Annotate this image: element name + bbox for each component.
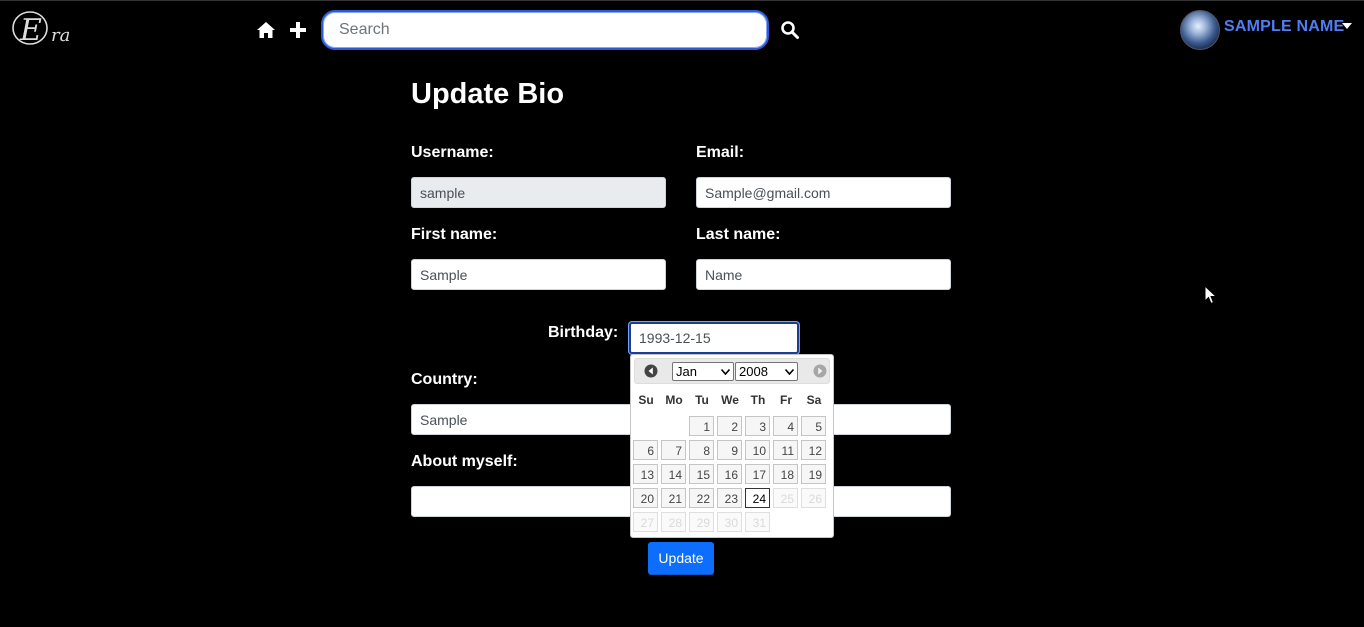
calendar-day[interactable]: 17 bbox=[745, 464, 770, 484]
year-select[interactable]: 2008 bbox=[735, 362, 798, 381]
prev-month-icon[interactable] bbox=[644, 364, 658, 378]
chevron-down-icon bbox=[785, 369, 794, 375]
calendar-day[interactable]: 18 bbox=[773, 464, 798, 484]
avatar[interactable] bbox=[1180, 10, 1220, 50]
about-label: About myself: bbox=[411, 453, 518, 470]
last-name-field[interactable] bbox=[696, 259, 951, 290]
datepicker: Jan 2008 Su Mo Tu We Th Fr Sa 1 2 3 4 5 6 7 8 9 10 11 12 13… bbox=[630, 354, 834, 538]
calendar-day[interactable]: 24 bbox=[745, 488, 770, 508]
calendar-day: 25 bbox=[773, 488, 798, 508]
calendar-day[interactable]: 3 bbox=[745, 416, 770, 436]
first-name-field[interactable] bbox=[411, 259, 666, 290]
country-label: Country: bbox=[411, 371, 478, 388]
search-input[interactable] bbox=[321, 10, 769, 50]
calendar-day: 28 bbox=[661, 512, 686, 532]
calendar-day[interactable]: 5 bbox=[801, 416, 826, 436]
calendar-day[interactable]: 2 bbox=[717, 416, 742, 436]
calendar-day[interactable]: 20 bbox=[633, 488, 658, 508]
email-label: Email: bbox=[696, 144, 745, 161]
calendar-day: 26 bbox=[801, 488, 826, 508]
update-button[interactable]: Update bbox=[648, 542, 714, 574]
mouse-cursor-icon bbox=[1204, 285, 1218, 305]
weekday-header: Tu bbox=[695, 393, 709, 407]
weekday-header: Fr bbox=[780, 393, 792, 407]
svg-text:ra: ra bbox=[51, 25, 70, 46]
datepicker-header: Jan 2008 bbox=[634, 358, 830, 384]
calendar-day[interactable]: 7 bbox=[661, 440, 686, 460]
weekday-header: Mo bbox=[665, 393, 683, 407]
user-menu-name[interactable]: SAMPLE NAME bbox=[1224, 18, 1344, 36]
calendar-day: 31 bbox=[745, 512, 770, 532]
username-field[interactable] bbox=[411, 177, 666, 208]
calendar-day[interactable]: 21 bbox=[661, 488, 686, 508]
calendar-day: 29 bbox=[689, 512, 714, 532]
navbar: E ra SAMPLE NAME bbox=[0, 0, 1364, 60]
month-select-value: Jan bbox=[676, 364, 697, 379]
plus-icon[interactable] bbox=[288, 20, 308, 40]
era-logo[interactable]: E ra bbox=[11, 10, 81, 50]
username-label: Username: bbox=[411, 144, 494, 161]
weekday-header: Su bbox=[638, 393, 654, 407]
month-select[interactable]: Jan bbox=[672, 362, 734, 381]
calendar-day: 30 bbox=[717, 512, 742, 532]
calendar-day[interactable]: 4 bbox=[773, 416, 798, 436]
calendar-day[interactable]: 16 bbox=[717, 464, 742, 484]
weekday-header: Th bbox=[750, 393, 766, 407]
last-name-label: Last name: bbox=[696, 226, 781, 243]
calendar-day[interactable]: 1 bbox=[689, 416, 714, 436]
page-title: Update Bio bbox=[411, 78, 565, 110]
calendar-day: 27 bbox=[633, 512, 658, 532]
calendar-day[interactable]: 9 bbox=[717, 440, 742, 460]
calendar-day[interactable]: 12 bbox=[801, 440, 826, 460]
calendar-day[interactable]: 11 bbox=[773, 440, 798, 460]
calendar-day[interactable]: 19 bbox=[801, 464, 826, 484]
year-select-value: 2008 bbox=[739, 364, 768, 379]
caret-down-icon[interactable] bbox=[1342, 23, 1352, 29]
home-icon[interactable] bbox=[256, 20, 276, 40]
email-field[interactable] bbox=[696, 177, 951, 208]
birthday-field[interactable] bbox=[629, 322, 799, 354]
calendar-day[interactable]: 8 bbox=[689, 440, 714, 460]
birthday-label: Birthday: bbox=[548, 324, 619, 341]
first-name-label: First name: bbox=[411, 226, 498, 243]
next-month-icon[interactable] bbox=[813, 364, 827, 378]
chevron-down-icon bbox=[721, 369, 730, 375]
svg-text:E: E bbox=[19, 13, 42, 48]
calendar-day[interactable]: 10 bbox=[745, 440, 770, 460]
calendar-day[interactable]: 14 bbox=[661, 464, 686, 484]
search-icon[interactable] bbox=[780, 20, 800, 40]
calendar-day[interactable]: 23 bbox=[717, 488, 742, 508]
calendar-day[interactable]: 22 bbox=[689, 488, 714, 508]
calendar-day[interactable]: 15 bbox=[689, 464, 714, 484]
weekday-header: Sa bbox=[806, 393, 822, 407]
weekday-header: We bbox=[721, 393, 739, 407]
calendar-day[interactable]: 6 bbox=[633, 440, 658, 460]
calendar-day[interactable]: 13 bbox=[633, 464, 658, 484]
